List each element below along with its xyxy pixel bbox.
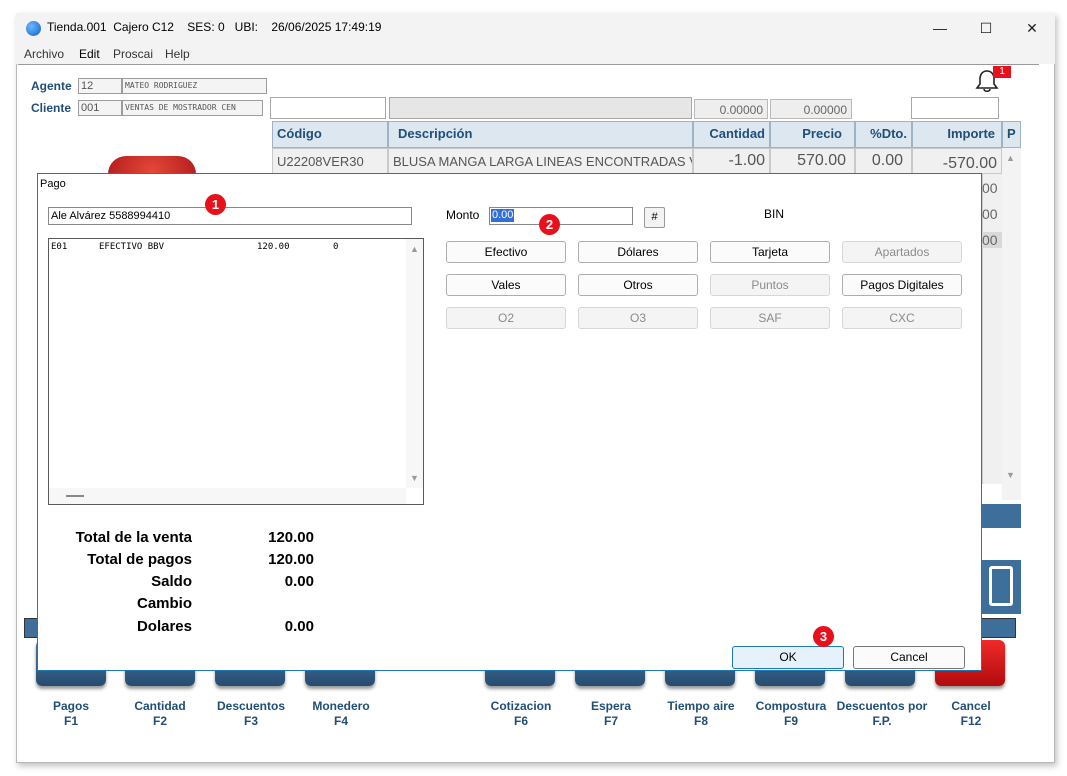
tarjeta-button[interactable]: Tarjeta: [710, 241, 830, 263]
total-pagos-label: Total de pagos: [87, 551, 192, 568]
cell-precio[interactable]: 570.00: [770, 148, 855, 174]
dialog-title: Pago: [40, 178, 66, 190]
hash-button[interactable]: #: [644, 207, 665, 228]
client-code-field[interactable]: 001: [78, 100, 122, 116]
extra-input[interactable]: [911, 97, 999, 119]
col-precio[interactable]: Precio: [770, 121, 855, 148]
compostura-label: Compostura F9: [755, 699, 827, 728]
scan-input[interactable]: [270, 97, 386, 119]
annotation-badge-3: 3: [813, 626, 834, 647]
efectivo-button[interactable]: Efectivo: [446, 241, 566, 263]
agent-name-field[interactable]: MATEO RODRIGUEZ: [122, 78, 267, 94]
notification-badge: 1: [993, 66, 1011, 78]
espera-label: Espera F7: [590, 699, 632, 728]
customer-field[interactable]: Ale Alvárez 5588994410: [48, 207, 412, 225]
list-scroll-down-icon[interactable]: ▼: [410, 473, 419, 483]
menu-proscai[interactable]: Proscai: [113, 47, 153, 61]
saf-button[interactable]: SAF: [710, 307, 830, 329]
tiempo-aire-label: Tiempo aire F8: [667, 699, 735, 728]
menu-edit[interactable]: Edit: [79, 47, 100, 61]
payment-list-scrollbar[interactable]: [406, 239, 423, 488]
total-field-2: 0.00000: [770, 99, 852, 119]
total-venta-label: Total de la venta: [75, 529, 192, 546]
pagos-label: Pagos F1: [52, 699, 89, 728]
o3-button[interactable]: O3: [578, 307, 698, 329]
digit-glyph: [989, 566, 1013, 606]
dolares-button[interactable]: Dólares: [578, 241, 698, 263]
hscroll-thumb[interactable]: [66, 495, 84, 497]
col-p[interactable]: P: [1002, 121, 1021, 148]
annotation-badge-2: 2: [539, 214, 560, 235]
agent-label: Agente: [31, 79, 72, 93]
cambio-label: Cambio: [136, 595, 192, 612]
cell-descripcion[interactable]: BLUSA MANGA LARGA LINEAS ENCONTRADAS VE: [388, 148, 693, 174]
total-pagos-value: 120.00: [268, 551, 314, 568]
saldo-label: Saldo: [151, 573, 192, 590]
partial-value-3: 00: [982, 232, 1002, 248]
grid-scroll-down-icon[interactable]: ▼: [1006, 470, 1015, 480]
cell-dto[interactable]: 0.00: [855, 148, 912, 174]
client-label: Cliente: [31, 101, 72, 115]
maximize-button[interactable]: ☐: [963, 14, 1009, 43]
payment-list[interactable]: [48, 238, 424, 505]
total-venta-value: 120.00: [268, 529, 314, 546]
col-dto[interactable]: %Dto.: [855, 121, 912, 148]
monto-value[interactable]: 0.00: [491, 209, 515, 222]
dolares-value: 0.00: [284, 618, 314, 635]
cancel-button[interactable]: Cancel: [853, 646, 965, 669]
logo-ball-icon: [108, 156, 196, 174]
agent-code-field[interactable]: 12: [78, 78, 122, 94]
bin-label: BIN: [764, 207, 785, 221]
menu-archivo[interactable]: Archivo: [24, 47, 64, 61]
ok-button[interactable]: OK: [732, 646, 844, 669]
descuentos-fp-label: Descuentos por F.P.: [836, 699, 928, 728]
monto-label: Monto: [446, 208, 480, 222]
grid-scrollbar[interactable]: [1002, 148, 1021, 500]
otros-button[interactable]: Otros: [578, 274, 698, 296]
col-codigo[interactable]: Código: [272, 121, 388, 148]
partial-value-1: 00: [982, 180, 998, 196]
window-title: Tienda.001 Cajero C12 SES: 0 UBI: 26/06/…: [47, 20, 382, 34]
annotation-badge-1: 1: [205, 194, 226, 215]
payment-row-name: EFECTIVO BBV: [99, 242, 165, 252]
close-button[interactable]: ✕: [1009, 14, 1055, 43]
cantidad-label: Cantidad F2: [134, 699, 186, 728]
blue-bar-right: [982, 504, 1021, 528]
pagos-digitales-button[interactable]: Pagos Digitales: [842, 274, 962, 296]
o2-button[interactable]: O2: [446, 307, 566, 329]
cancel-f12-label: Cancel F12: [951, 699, 991, 728]
grid-scroll-up-icon[interactable]: ▲: [1006, 153, 1015, 163]
cell-importe[interactable]: -570.00: [912, 148, 1002, 174]
col-descripcion[interactable]: Descripción: [388, 121, 693, 148]
menu-help[interactable]: Help: [165, 47, 190, 61]
monedero-label: Monedero F4: [312, 699, 370, 728]
payment-row-code: E01: [51, 242, 68, 252]
col-cantidad[interactable]: Cantidad: [693, 121, 770, 148]
descuentos-label: Descuentos F3: [216, 699, 286, 728]
col-importe[interactable]: Importe: [912, 121, 1002, 148]
payment-row-amount: 120.00: [257, 242, 290, 252]
cell-codigo[interactable]: U22208VER30: [272, 148, 388, 174]
apartados-button[interactable]: Apartados: [842, 241, 962, 263]
cell-cantidad[interactable]: -1.00: [693, 148, 770, 174]
list-scroll-up-icon[interactable]: ▲: [410, 244, 419, 254]
dolares-label: Dolares: [136, 618, 192, 635]
saldo-value: 0.00: [284, 573, 314, 590]
payment-list-hscrollbar[interactable]: [49, 488, 406, 504]
client-name-field[interactable]: VENTAS DE MOSTRADOR CEN: [122, 100, 263, 116]
puntos-button[interactable]: Puntos: [710, 274, 830, 296]
description-input[interactable]: [389, 97, 692, 119]
cotizacion-label: Cotizacion F6: [490, 699, 552, 728]
app-globe-icon: [26, 21, 41, 36]
total-field-1: 0.00000: [694, 99, 768, 119]
vales-button[interactable]: Vales: [446, 274, 566, 296]
payment-row-extra: 0: [333, 242, 339, 252]
partial-value-2: 00: [982, 206, 998, 222]
cxc-button[interactable]: CXC: [842, 307, 962, 329]
minimize-button[interactable]: —: [917, 14, 963, 43]
